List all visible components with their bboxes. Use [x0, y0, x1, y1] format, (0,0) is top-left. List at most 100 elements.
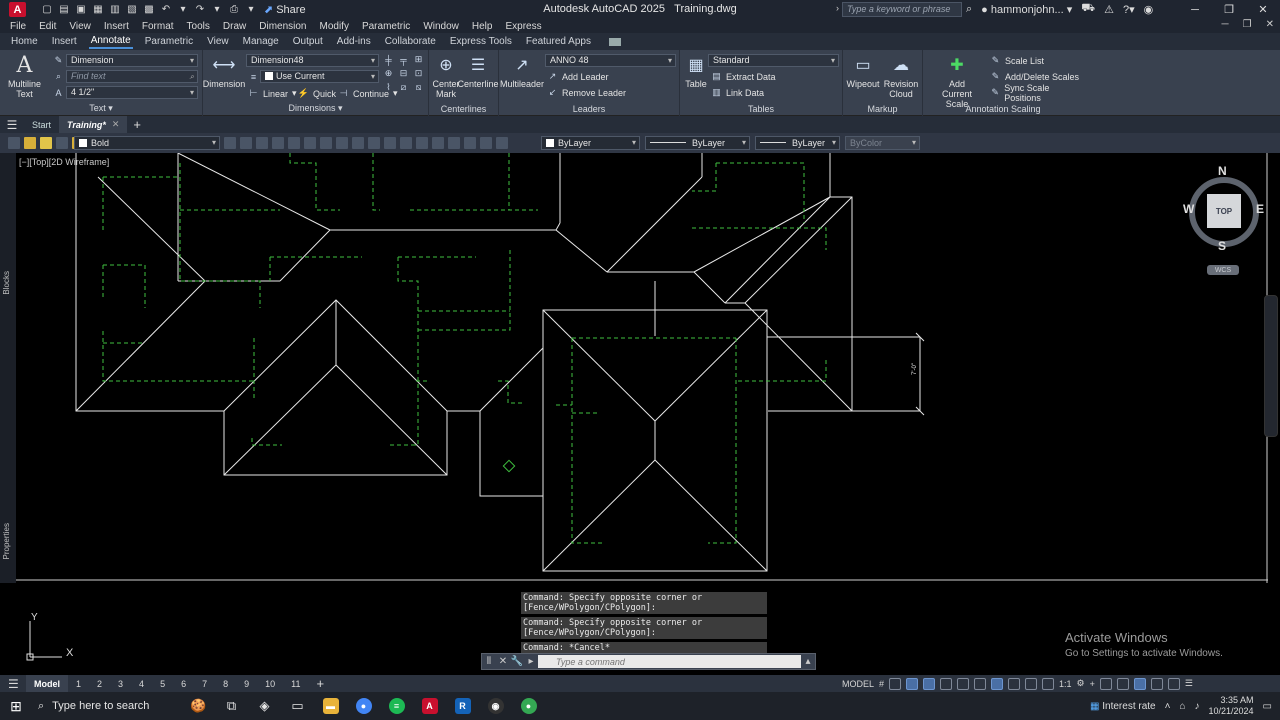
share-button[interactable]: ⬈ Share	[264, 3, 306, 17]
doc-minimize-icon[interactable]: ─	[1222, 19, 1229, 30]
layout-tab-5[interactable]: 5	[152, 675, 173, 692]
command-customize-icon[interactable]: 🔧	[510, 656, 524, 667]
dim-oblique-icon[interactable]: ⧄	[398, 82, 409, 93]
multileader-button[interactable]: ↗ Multileader	[500, 55, 544, 90]
print-icon[interactable]: ⎙	[227, 3, 241, 17]
dimension-button[interactable]: ⟷ Dimension	[203, 55, 246, 90]
doc-restore-icon[interactable]: ❐	[1243, 19, 1252, 30]
task-view-icon[interactable]: ⧉	[215, 692, 248, 720]
command-input[interactable]	[538, 655, 801, 668]
text-style-select[interactable]: Dimension ▾	[66, 54, 198, 67]
menu-edit[interactable]: Edit	[39, 21, 56, 32]
properties-palette-tab[interactable]: Properties	[2, 523, 11, 559]
remove-leader-button[interactable]: ↙ Remove Leader	[547, 86, 626, 99]
wipeout-button[interactable]: ▭ Wipeout	[845, 55, 881, 90]
doc-close-icon[interactable]: ✕	[1266, 19, 1274, 30]
layout-tab-11[interactable]: 11	[283, 675, 308, 692]
tab-insert[interactable]: Insert	[50, 35, 79, 48]
minimize-button[interactable]: ─	[1178, 0, 1212, 19]
layer-thaw-icon[interactable]	[40, 137, 52, 149]
layer-tool-14-icon[interactable]	[432, 137, 444, 149]
plus-icon[interactable]: +	[1090, 679, 1095, 689]
compass-south[interactable]: S	[1218, 239, 1226, 253]
tab-parametric[interactable]: Parametric	[143, 35, 195, 48]
wcs-menu[interactable]: WCS	[1207, 265, 1239, 275]
volume-icon[interactable]: ♪	[1195, 701, 1200, 712]
object-track-icon[interactable]	[957, 677, 970, 690]
lineweight-toggle-icon[interactable]	[991, 677, 1004, 690]
close-button[interactable]: ✕	[1246, 0, 1280, 19]
tab-view[interactable]: View	[205, 35, 231, 48]
add-leader-button[interactable]: ↗ Add Leader	[547, 70, 609, 83]
layout-tab-9[interactable]: 9	[236, 675, 257, 692]
dim-tol-icon[interactable]: ⊞	[413, 54, 424, 65]
layer-tool-18-icon[interactable]	[496, 137, 508, 149]
tab-manage[interactable]: Manage	[241, 35, 281, 48]
layout-menu-icon[interactable]: ☰	[0, 675, 26, 692]
layer-lock-icon[interactable]	[56, 137, 68, 149]
tab-featured-apps[interactable]: Featured Apps	[524, 35, 593, 48]
leaders-panel-title[interactable]: Leaders	[499, 104, 679, 114]
widget-icon[interactable]: 🍪	[182, 692, 215, 720]
ortho-icon[interactable]	[906, 677, 919, 690]
units-icon[interactable]	[1099, 677, 1112, 690]
layer-tool-10-icon[interactable]	[368, 137, 380, 149]
command-grip-icon[interactable]: ⦀	[482, 656, 496, 667]
redo-dropdown-icon[interactable]: ▾	[210, 3, 224, 17]
layer-tool-5-icon[interactable]	[288, 137, 300, 149]
menu-express[interactable]: Express	[505, 21, 541, 32]
text-height-select[interactable]: 4 1/2" ▾	[66, 86, 198, 99]
menu-draw[interactable]: Draw	[223, 21, 246, 32]
search-input[interactable]: Type a keyword or phrase	[842, 2, 962, 17]
layer-tool-1-icon[interactable]	[224, 137, 236, 149]
dim-inspect-icon[interactable]: ⊟	[398, 68, 409, 79]
layer-tool-16-icon[interactable]	[464, 137, 476, 149]
dim-jog-icon[interactable]: ⌇	[383, 82, 394, 93]
restore-button[interactable]: ❐	[1212, 0, 1246, 19]
cloud-save-icon[interactable]: ▧	[125, 3, 139, 17]
grid-icon[interactable]: #	[879, 679, 884, 689]
tab-start[interactable]: Start	[24, 116, 59, 133]
layout-tab-2[interactable]: 2	[89, 675, 110, 692]
layer-properties-icon[interactable]	[8, 137, 20, 149]
selection-cycling-icon[interactable]	[1025, 677, 1038, 690]
layout-tab-6[interactable]: 6	[173, 675, 194, 692]
compass-north[interactable]: N	[1218, 164, 1227, 178]
menu-window[interactable]: Window	[423, 21, 459, 32]
revision-cloud-button[interactable]: ☁ Revision Cloud	[883, 55, 919, 100]
find-text-input[interactable]: Find text ⌕	[66, 70, 198, 83]
menu-dimension[interactable]: Dimension	[259, 21, 306, 32]
lineweight-select[interactable]: ByLayer ▾	[755, 136, 840, 150]
tables-panel-title[interactable]: Tables	[680, 104, 842, 114]
close-tab-icon[interactable]: ✕	[112, 119, 120, 130]
weather-widget[interactable]: ▦ Interest rate	[1090, 701, 1156, 712]
tab-home[interactable]: Home	[9, 35, 40, 48]
navigation-bar[interactable]	[1264, 295, 1278, 437]
menu-format[interactable]: Format	[142, 21, 174, 32]
dim-break-icon[interactable]: ╪	[383, 54, 394, 65]
add-delete-scales-button[interactable]: ✎ Add/Delete Scales	[990, 70, 1079, 83]
dim-center-icon[interactable]: ⊕	[383, 68, 394, 79]
table-style-select[interactable]: Standard ▾	[708, 54, 839, 67]
layer-on-icon[interactable]	[24, 137, 36, 149]
network-icon[interactable]: ⌂	[1179, 701, 1185, 712]
drawing-canvas[interactable]: 7'-0" Blocks Properties [−][Top][2D Wire…	[0, 153, 1280, 675]
layer-tool-6-icon[interactable]	[304, 137, 316, 149]
add-current-scale-button[interactable]: ✚ Add Current Scale	[931, 55, 983, 110]
customize-status-icon[interactable]: ☰	[1185, 678, 1193, 689]
chrome-icon[interactable]: ●	[347, 692, 380, 720]
autocad-logo-button[interactable]: A	[9, 2, 26, 17]
notification-icon[interactable]: ▭	[1263, 701, 1272, 712]
menu-parametric[interactable]: Parametric	[362, 21, 410, 32]
dim-reassoc-icon[interactable]: ⧅	[413, 82, 424, 93]
isolate-icon[interactable]	[1133, 677, 1146, 690]
color-select[interactable]: ByLayer ▾	[541, 136, 640, 150]
layout-tab-8[interactable]: 8	[215, 675, 236, 692]
model-space-button[interactable]: MODEL	[842, 679, 874, 689]
menu-help[interactable]: Help	[472, 21, 493, 32]
exchange-icon[interactable]: ⚠	[1104, 3, 1114, 16]
hardware-accel-icon[interactable]	[1150, 677, 1163, 690]
layer-tool-3-icon[interactable]	[256, 137, 268, 149]
cart-icon[interactable]: ⛟	[1081, 2, 1095, 16]
linetype-select[interactable]: ByLayer ▾	[645, 136, 750, 150]
